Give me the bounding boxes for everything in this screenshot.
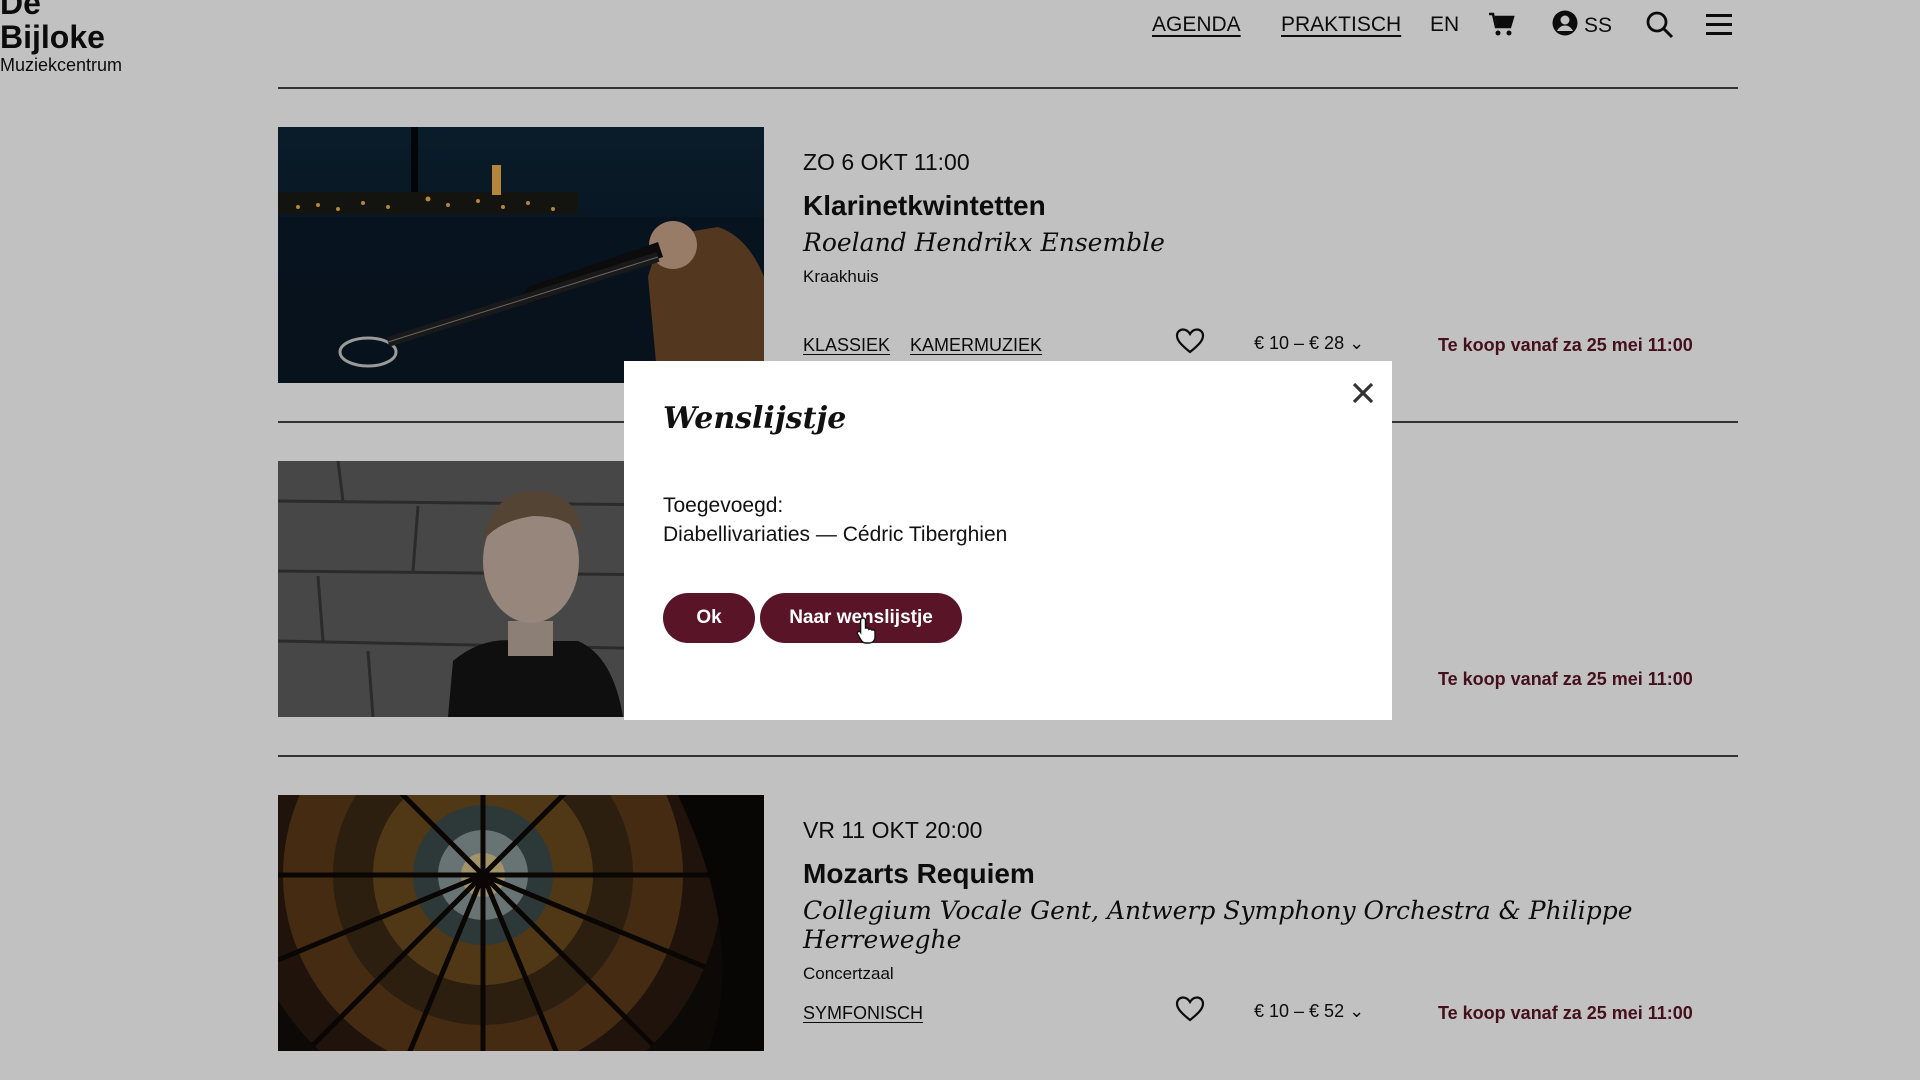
page: De Bijloke Muziekcentrum AGENDA PRAKTISC… [0,0,1920,1080]
hand-cursor-icon [856,616,878,649]
close-icon[interactable] [1347,377,1379,409]
modal-title: Wenslijstje [663,401,847,436]
wishlist-modal: Wenslijstje Toegevoegd: Diabellivariatie… [624,361,1392,720]
ok-button[interactable]: Ok [663,593,755,643]
added-item: Diabellivariaties — Cédric Tiberghien [663,523,1008,546]
added-label: Toegevoegd: [663,494,784,517]
